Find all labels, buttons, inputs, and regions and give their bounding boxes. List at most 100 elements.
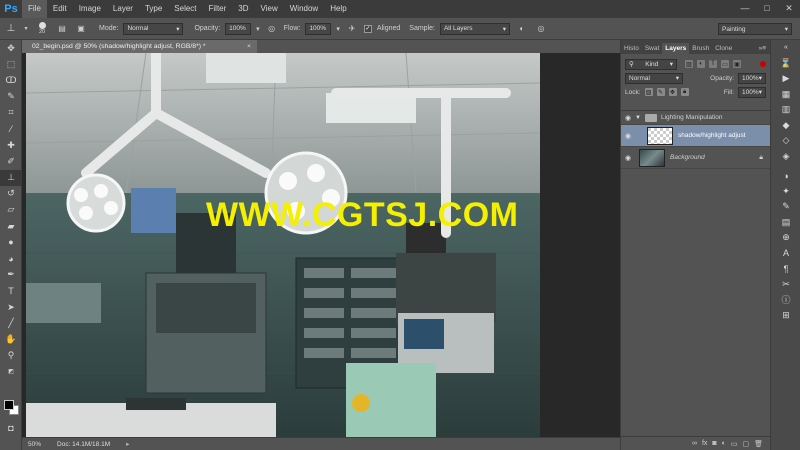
- crop-tool-icon[interactable]: ⌗: [0, 105, 22, 121]
- chevron-down-icon[interactable]: ▾: [256, 25, 260, 33]
- line-tool-icon[interactable]: ╱: [0, 315, 22, 331]
- menu-help[interactable]: Help: [324, 0, 352, 18]
- gradient-tool-icon[interactable]: ▰: [0, 218, 22, 234]
- hand-tool-icon[interactable]: ✋: [0, 331, 22, 347]
- type-tool-icon[interactable]: T: [0, 283, 22, 299]
- chevron-down-icon[interactable]: ▾: [336, 25, 340, 33]
- type-filter-icon[interactable]: T: [709, 60, 717, 68]
- marquee-tool-icon[interactable]: ⬚: [0, 56, 22, 72]
- swatches-icon[interactable]: ▦: [771, 87, 800, 103]
- adjustment-filter-icon[interactable]: ◐: [697, 60, 705, 68]
- path-select-tool-icon[interactable]: ➤: [0, 299, 22, 315]
- clone-stamp-icon[interactable]: ⊥: [4, 22, 18, 36]
- document-info[interactable]: Doc: 14.1M/18.1M: [57, 441, 110, 448]
- tab-clone[interactable]: Clone: [712, 43, 735, 54]
- healing-brush-tool-icon[interactable]: ✚: [0, 137, 22, 153]
- info-icon[interactable]: ⓘ: [771, 292, 800, 308]
- quick-select-tool-icon[interactable]: ✎: [0, 89, 22, 105]
- clone-source-icon[interactable]: ▣: [74, 22, 88, 36]
- menu-view[interactable]: View: [255, 0, 284, 18]
- foreground-color-swatch[interactable]: [4, 400, 14, 410]
- blend-mode-select[interactable]: Normal ▾: [625, 72, 683, 84]
- panel-menu-icon[interactable]: »≡: [755, 45, 770, 54]
- menu-layer[interactable]: Layer: [107, 0, 139, 18]
- tools-presets-icon[interactable]: ✂: [771, 277, 800, 293]
- close-icon[interactable]: ×: [247, 40, 251, 53]
- new-layer-icon[interactable]: ▢: [742, 440, 749, 448]
- brush-panel-icon[interactable]: ▤: [771, 215, 800, 231]
- menu-filter[interactable]: Filter: [203, 0, 233, 18]
- opacity-input[interactable]: 100%: [225, 22, 252, 35]
- layer-row-background[interactable]: ◉ Background 🔒︎: [621, 147, 771, 169]
- character-icon[interactable]: A: [771, 246, 800, 262]
- history-brush-tool-icon[interactable]: ↺: [0, 186, 22, 202]
- eye-icon[interactable]: ◉: [621, 114, 635, 122]
- chevron-right-icon[interactable]: ▸: [126, 440, 129, 448]
- actions-icon[interactable]: ▶: [771, 71, 800, 87]
- fill-input[interactable]: 100% ▾: [738, 86, 766, 98]
- mask-icon[interactable]: ◙: [712, 440, 716, 447]
- eye-icon[interactable]: ◉: [621, 132, 635, 140]
- zoom-tool-icon[interactable]: ⚲: [0, 348, 22, 364]
- pixel-filter-icon[interactable]: ▨: [685, 60, 693, 68]
- maximize-button[interactable]: □: [756, 0, 778, 16]
- adjustment-icon[interactable]: ◐: [722, 440, 726, 447]
- layer-row-shadow-highlight[interactable]: ◉ shadow/highlight adjust: [621, 125, 771, 147]
- menu-image[interactable]: Image: [73, 0, 107, 18]
- shape-filter-icon[interactable]: ▭: [721, 60, 729, 68]
- chevron-down-icon[interactable]: ▾: [23, 22, 29, 36]
- reset-colors-icon[interactable]: ◩: [0, 364, 22, 380]
- fx-icon[interactable]: fx: [702, 440, 707, 447]
- smart-object-filter-icon[interactable]: ▣: [733, 60, 741, 68]
- minimize-button[interactable]: —: [734, 0, 756, 16]
- pen-tool-icon[interactable]: ✒: [0, 267, 22, 283]
- tab-brush[interactable]: Brush: [689, 43, 712, 54]
- lock-all-icon[interactable]: 🔒︎: [680, 88, 689, 96]
- mode-select[interactable]: Normal ▾: [123, 22, 184, 35]
- layer-row-group[interactable]: ◉ ▼ Lighting Manipulation: [621, 111, 771, 125]
- close-button[interactable]: ✕: [778, 0, 800, 16]
- lasso-tool-icon[interactable]: ↀ: [0, 72, 22, 88]
- clone-stamp-tool-icon[interactable]: ⊥: [0, 169, 22, 186]
- eyedropper-tool-icon[interactable]: ⁄: [0, 121, 22, 137]
- collapse-icon[interactable]: «: [771, 40, 800, 56]
- dodge-tool-icon[interactable]: ◕: [0, 250, 22, 266]
- channels-icon[interactable]: ◇: [771, 133, 800, 149]
- sample-select[interactable]: All Layers ▾: [439, 22, 510, 35]
- chevron-down-icon[interactable]: ▼: [635, 115, 645, 121]
- brush-tool-icon[interactable]: ✐: [0, 153, 22, 169]
- color-icon[interactable]: ◑: [771, 168, 800, 184]
- history-icon[interactable]: ⌛: [771, 56, 800, 72]
- aligned-checkbox[interactable]: ✓: [363, 24, 372, 33]
- menu-3d[interactable]: 3D: [232, 0, 254, 18]
- trash-icon[interactable]: 🗑︎: [754, 440, 763, 448]
- blur-tool-icon[interactable]: ●: [0, 234, 22, 250]
- link-icon[interactable]: ∞: [692, 440, 697, 447]
- tab-swatches[interactable]: Swat: [642, 43, 662, 54]
- flow-input[interactable]: 100%: [305, 22, 332, 35]
- tab-layers[interactable]: Layers: [662, 43, 690, 54]
- brush-panel-icon[interactable]: ▤: [55, 22, 69, 36]
- pressure-size-icon[interactable]: ◎: [534, 22, 548, 36]
- document-tab[interactable]: 02_begin.psd @ 50% (shadow/highlight adj…: [22, 40, 257, 53]
- layers-icon[interactable]: ◆: [771, 118, 800, 134]
- brush-preset-picker[interactable]: 20: [34, 21, 50, 37]
- navigator-icon[interactable]: ⊞: [771, 308, 800, 324]
- styles-icon[interactable]: ▥: [771, 102, 800, 118]
- airbrush-icon[interactable]: ✈: [345, 22, 359, 36]
- menu-edit[interactable]: Edit: [47, 0, 73, 18]
- document-canvas[interactable]: WWW.CGTSJ.COM: [26, 53, 540, 437]
- filter-toggle[interactable]: [760, 61, 766, 67]
- lock-pixels-icon[interactable]: ✎: [656, 88, 665, 96]
- clone-source-icon[interactable]: ⊕: [771, 230, 800, 246]
- tab-histogram[interactable]: Histo: [621, 43, 642, 54]
- workspace-switcher[interactable]: Painting ▾: [718, 23, 792, 35]
- adjustments-icon[interactable]: ✦: [771, 184, 800, 200]
- zoom-level[interactable]: 50%: [28, 441, 41, 448]
- menu-window[interactable]: Window: [284, 0, 324, 18]
- folder-icon[interactable]: ▭: [731, 440, 738, 448]
- eye-icon[interactable]: ◉: [621, 154, 635, 162]
- paragraph-icon[interactable]: ¶: [771, 261, 800, 277]
- lock-position-icon[interactable]: ✥: [668, 88, 677, 96]
- eraser-tool-icon[interactable]: ▱: [0, 202, 22, 218]
